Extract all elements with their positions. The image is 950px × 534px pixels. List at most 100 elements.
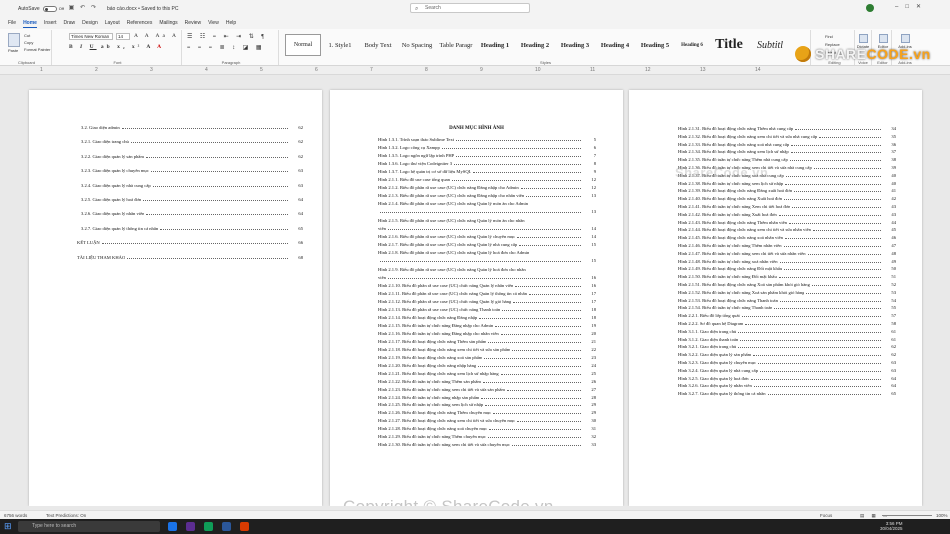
style-no-spacing[interactable]: No Spacing: [397, 34, 437, 56]
toc-entry[interactable]: 15: [378, 258, 596, 263]
toc-entry[interactable]: KẾT LUẬN 66: [77, 240, 303, 245]
toc-entry[interactable]: Hình 3.2.2. Giao diện quản lý sản phẩm 62: [678, 352, 896, 357]
toc-entry[interactable]: Hình 2.1.10. Biểu đồ phân rã use case (U…: [378, 283, 596, 288]
toc-entry[interactable]: Hình 2.1.31. Biểu đồ hoạt động chức năng…: [678, 126, 896, 131]
tab-insert[interactable]: Insert: [44, 19, 57, 27]
toc-entry[interactable]: Hình 2.1.30. Biểu đồ tuần tự chức năng x…: [378, 442, 596, 447]
toc-entry[interactable]: Hình 2.1.40. Biểu đồ hoạt động chức năng…: [678, 196, 896, 201]
toc-entry[interactable]: Hình 2.1.22. Biểu đồ tuần tự chức năng T…: [378, 379, 596, 384]
list-buttons[interactable]: ☰ ☷ ≡ ⇤ ⇥ ⇅ ¶: [187, 33, 267, 40]
save-icon[interactable]: ▣: [68, 5, 75, 12]
autosave-toggle[interactable]: [42, 5, 57, 12]
toc-entry[interactable]: Hình 2.1.17. Biểu đồ hoạt động chức năng…: [378, 339, 596, 344]
toc-entry[interactable]: Hình 2.1.9. Biểu đồ phân rã use case (UC…: [378, 267, 596, 272]
toc-entry[interactable]: Hình 2.1.3. Biểu đồ phân rã use case (UC…: [378, 193, 596, 198]
toc-entry[interactable]: Hình 2.1.13. Biểu đồ phân rã use case (U…: [378, 307, 596, 312]
toc-entry[interactable]: 3.2.4. Giao diện quản lý nhà cung cấp 63: [81, 183, 303, 188]
toc-entry[interactable]: Hình 2.1.39. Biểu đồ hoạt động chức năng…: [678, 188, 896, 193]
toc-entry[interactable]: Hình 2.1.27. Biểu đồ hoạt động chức năng…: [378, 418, 596, 423]
app2-icon[interactable]: [240, 522, 249, 531]
word-count[interactable]: 6756 words: [4, 513, 27, 518]
app-icon[interactable]: [204, 522, 213, 531]
toc-entry[interactable]: Hình 3.1.1. Giao diện trang chủ 61: [678, 329, 896, 334]
toc-entry[interactable]: Hình 2.1.6. Biểu đồ phân rã use case (UC…: [378, 234, 596, 239]
toc-entry[interactable]: Hình 2.1.38. Biểu đồ tuần tự chức năng x…: [678, 181, 896, 186]
format-buttons[interactable]: B I U ab x₂ x² A A: [69, 44, 164, 50]
tab-design[interactable]: Design: [82, 19, 98, 27]
toc-entry[interactable]: Hình 2.1.23. Biểu đồ tuần tự chức năng x…: [378, 387, 596, 392]
toc-entry[interactable]: Hình 2.1.47. Biểu đồ tuần tự chức năng x…: [678, 251, 896, 256]
toc-entry[interactable]: Hình 2.1.48. Biểu đồ tuần tự chức năng x…: [678, 259, 896, 264]
toc-entry[interactable]: Hình 2.1.41. Biểu đồ tuần tự chức năng X…: [678, 204, 896, 209]
text-predictions[interactable]: Text Predictions: On: [46, 513, 86, 518]
toc-entry[interactable]: Hình 2.1.29. Biểu đồ tuần tự chức năng T…: [378, 434, 596, 439]
tab-help[interactable]: Help: [226, 19, 236, 27]
toc-entry[interactable]: Hình 2.1.1. Biểu đồ use case tổng quan 12: [378, 177, 596, 182]
toc-entry[interactable]: Hình 2.2.1. Biểu đồ lớp tổng quát 57: [678, 313, 896, 318]
style-1-style1[interactable]: 1. Style1: [321, 34, 359, 56]
toc-entry[interactable]: Hình 2.1.35. Biểu đồ tuần tự chức năng T…: [678, 157, 896, 162]
toc-entry[interactable]: 3.2. Giao diện admin 62: [81, 125, 303, 130]
toc-entry[interactable]: Hình 3.2.3. Giao diện quản lý chuyên mục…: [678, 360, 896, 365]
toc-entry[interactable]: 3.2.2. Giao diện quản lý sản phẩm 62: [81, 154, 303, 159]
tab-review[interactable]: Review: [185, 19, 201, 27]
windows-start-icon[interactable]: ⊞: [4, 522, 13, 531]
toc-entry[interactable]: Hình 1.3.7. Logo hệ quản trị cơ sở dữ li…: [378, 169, 596, 174]
toc-entry[interactable]: Hình 1.3.2. Logo công cụ Xampp 6: [378, 145, 596, 150]
toc-entry[interactable]: 13: [378, 209, 596, 214]
cut-button[interactable]: Cut: [24, 33, 30, 38]
toc-entry[interactable]: Hình 1.3.1. Trình soạn thảo Sublime Text…: [378, 137, 596, 142]
toc-entry[interactable]: Hình 1.3.6. Logo thư viện Codeigniter 3 8: [378, 161, 596, 166]
toc-entry[interactable]: Hình 2.1.28. Biểu đồ hoạt động chức năng…: [378, 426, 596, 431]
toc-entry[interactable]: Hình 2.1.14. Biểu đồ hoạt động chức năng…: [378, 315, 596, 320]
style-heading-4[interactable]: Heading 4: [595, 34, 635, 56]
toc-entry[interactable]: 3.2.5. Giao diện quản lý hoá đơn 64: [81, 197, 303, 202]
word-icon[interactable]: [222, 522, 231, 531]
tab-mailings[interactable]: Mailings: [159, 19, 177, 27]
font-size-select[interactable]: 14: [116, 33, 130, 40]
redo-icon[interactable]: ↷: [90, 5, 97, 12]
toc-entry[interactable]: Hình 2.1.49. Biểu đồ hoạt động chức năng…: [678, 266, 896, 271]
toc-entry[interactable]: Hình 3.2.1. Giao diện trang chủ 62: [678, 344, 896, 349]
toc-entry[interactable]: TÀI LIỆU THAM KHẢO 68: [77, 255, 303, 260]
toc-entry[interactable]: Hình 2.1.25. Biểu đồ tuần tự chức năng x…: [378, 402, 596, 407]
style-subtitl[interactable]: Subtitl: [749, 34, 791, 56]
style-normal[interactable]: Normal: [285, 34, 321, 56]
toc-entry[interactable]: Hình 2.1.26. Biểu đồ hoạt động chức năng…: [378, 410, 596, 415]
toc-entry[interactable]: Hình 2.1.32. Biểu đồ hoạt động chức năng…: [678, 134, 896, 139]
toc-entry[interactable]: Hình 2.1.53. Biểu đồ hoạt động chức năng…: [678, 298, 896, 303]
tab-layout[interactable]: Layout: [105, 19, 120, 27]
toc-entry[interactable]: Hình 2.1.12. Biểu đồ phân rã use case (U…: [378, 299, 596, 304]
paste-button[interactable]: Paste: [8, 48, 18, 53]
align-buttons[interactable]: ≡ ≡ ≡ ≣ ↕ ◪ ▦: [187, 44, 265, 51]
toc-entry[interactable]: Hình 2.1.45. Biểu đồ hoạt động chức năng…: [678, 235, 896, 240]
toc-entry[interactable]: Hình 2.1.34. Biểu đồ hoạt động chức năng…: [678, 149, 896, 154]
toc-entry[interactable]: Hình 2.1.11. Biểu đồ phân rã use case (U…: [378, 291, 596, 296]
toc-entry[interactable]: Hình 2.1.50. Biểu đồ tuần tự chức năng Đ…: [678, 274, 896, 279]
toc-entry[interactable]: 3.2.1. Giao diện trang chủ 62: [81, 139, 303, 144]
toc-entry[interactable]: Hình 3.2.5. Giao diện quản lý hoá đơn 64: [678, 376, 896, 381]
toc-entry[interactable]: 3.2.7. Giao diện quản lý thông tin cá nh…: [81, 226, 303, 231]
vscode-icon[interactable]: [186, 522, 195, 531]
user-avatar[interactable]: [866, 4, 874, 12]
toc-entry[interactable]: 3.2.6. Giao diện quản lý nhân viên 64: [81, 211, 303, 216]
style-heading-6[interactable]: Heading 6: [675, 34, 709, 56]
toc-entry[interactable]: Hình 1.3.5. Logo ngôn ngữ lập trình PHP 7: [378, 153, 596, 158]
toc-entry[interactable]: Hình 3.1.2. Giao diện thanh toán 61: [678, 337, 896, 342]
toc-entry[interactable]: Hình 3.2.6. Giao diện quản lý nhân viên 6…: [678, 383, 896, 388]
style-title[interactable]: Title: [709, 34, 749, 56]
style-heading-2[interactable]: Heading 2: [515, 34, 555, 56]
toc-entry[interactable]: Hình 2.1.5. Biểu đồ phân rã use case (UC…: [378, 218, 596, 223]
zoom-level[interactable]: 100%: [936, 513, 948, 518]
window-controls[interactable]: –□✕: [895, 3, 928, 10]
task-view-icon[interactable]: [168, 522, 177, 531]
toc-entry[interactable]: Hình 2.1.52. Biểu đồ tuần tự chức năng X…: [678, 290, 896, 295]
toc-entry[interactable]: Hình 2.2.2. Sơ đồ quan hệ Diagram 58: [678, 321, 896, 326]
font-name-select[interactable]: Times New Roman: [69, 33, 113, 40]
toc-entry[interactable]: Hình 2.1.33. Biểu đồ hoạt động chức năng…: [678, 142, 896, 147]
toc-entry[interactable]: Hình 3.2.4. Giao diện quản lý nhà cung c…: [678, 368, 896, 373]
tab-draw[interactable]: Draw: [63, 19, 75, 27]
toc-entry[interactable]: Hình 2.1.54. Biểu đồ tuần tự chức năng T…: [678, 305, 896, 310]
system-clock[interactable]: 3:56 PM 30/04/2025: [880, 521, 903, 531]
toc-entry[interactable]: Hình 2.1.2. Biểu đồ phân rã use case (UC…: [378, 185, 596, 190]
